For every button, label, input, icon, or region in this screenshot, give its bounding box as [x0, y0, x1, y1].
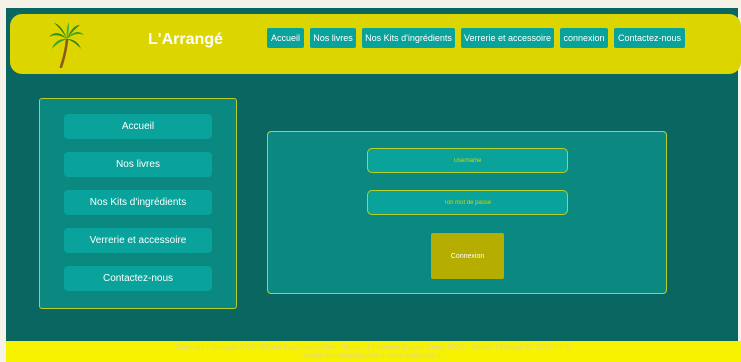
- nav-contact-button[interactable]: Contactez-nous: [614, 28, 685, 48]
- nav-verrerie-button[interactable]: Verrerie et accessoire: [461, 28, 554, 48]
- sidebar-item-nos-livres[interactable]: Nos livres: [64, 152, 212, 177]
- palm-tree-icon[interactable]: [48, 22, 84, 68]
- page: L'Arrangé Accueil Nos livres Nos Kits d'…: [0, 0, 741, 362]
- sidebar-item-accueil[interactable]: Accueil: [64, 114, 212, 139]
- nav-accueil-button[interactable]: Accueil: [267, 28, 304, 48]
- sidebar-item-contact[interactable]: Contactez-nous: [64, 266, 212, 291]
- nav-kits-button[interactable]: Nos Kits d'ingrédients: [362, 28, 455, 48]
- connexion-submit-button[interactable]: Connexion: [431, 233, 504, 279]
- footer-emails: william.kaczmarek@eisti.fr richardjul@ei…: [302, 353, 445, 360]
- nav-nos-livres-button[interactable]: Nos livres: [310, 28, 356, 48]
- password-input[interactable]: [367, 190, 568, 215]
- footer-copyright: Copyright L'Arrangé-2021- William Kaczma…: [174, 344, 573, 351]
- sidebar-panel: Accueil Nos livres Nos Kits d'ingrédient…: [39, 98, 237, 309]
- nav-connexion-button[interactable]: connexion: [560, 28, 608, 48]
- sidebar-item-verrerie[interactable]: Verrerie et accessoire: [64, 228, 212, 253]
- site-brand: L'Arrangé: [148, 31, 223, 48]
- site-footer: Copyright L'Arrangé-2021- William Kaczma…: [6, 341, 741, 362]
- login-form: Connexion: [267, 131, 667, 294]
- username-input[interactable]: [367, 148, 568, 173]
- sidebar-item-kits[interactable]: Nos Kits d'ingrédients: [64, 190, 212, 215]
